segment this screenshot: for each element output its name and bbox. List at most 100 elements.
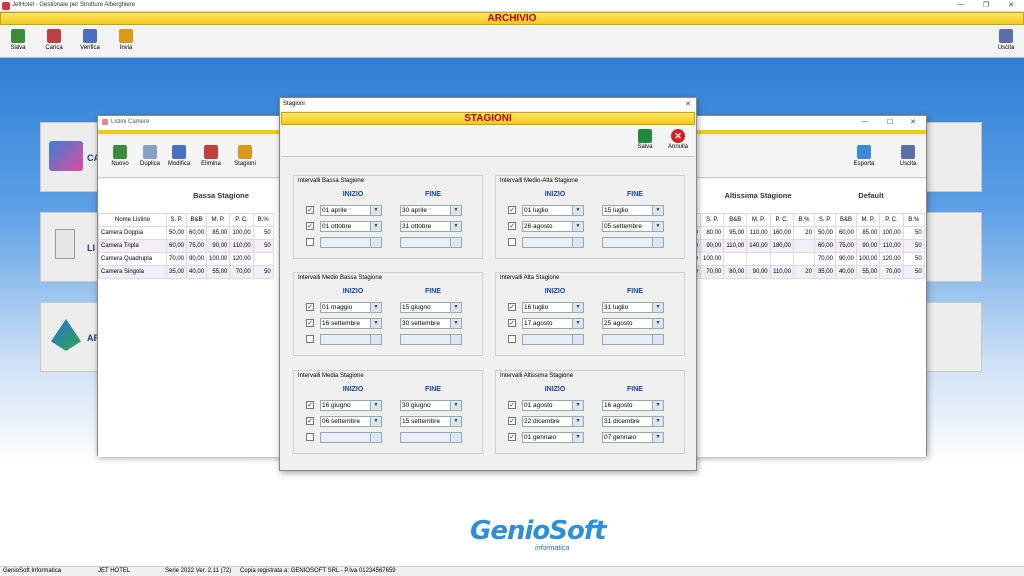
interval-start-select[interactable] — [522, 334, 584, 345]
interval-start-select[interactable] — [522, 237, 584, 248]
chevron-down-icon[interactable]: ▼ — [450, 303, 461, 312]
interval-end-select[interactable]: 15 giugno ▼ — [400, 302, 462, 313]
interval-start-select[interactable]: 01 ottobre ▼ — [320, 221, 382, 232]
interval-start-select[interactable]: 01 gennaio ▼ — [522, 432, 584, 443]
chevron-down-icon[interactable]: ▼ — [450, 319, 461, 328]
interval-checkbox[interactable]: ✓ — [306, 222, 314, 230]
table-row[interactable]: 3090,00110,00140,00180,0060,0075,0090,00… — [688, 239, 925, 253]
interval-end-select[interactable]: 15 luglio ▼ — [602, 205, 664, 216]
chevron-down-icon[interactable]: ▼ — [652, 433, 663, 442]
interval-checkbox[interactable] — [508, 238, 516, 246]
chevron-down-icon[interactable] — [572, 238, 583, 247]
close-icon[interactable]: ✕ — [681, 100, 695, 108]
interval-checkbox[interactable]: ✓ — [306, 401, 314, 409]
table-row[interactable]: Camera Doppia 50,00 60,00 85,00 100,00 50 — [98, 226, 274, 240]
cancel-button[interactable]: ✕ Annulla — [666, 129, 690, 150]
chevron-down-icon[interactable]: ▼ — [450, 222, 461, 231]
interval-checkbox[interactable] — [508, 335, 516, 343]
interval-start-select[interactable]: 01 agosto ▼ — [522, 400, 584, 411]
interval-start-select[interactable]: 16 luglio ▼ — [522, 302, 584, 313]
interval-end-select[interactable] — [602, 237, 664, 248]
listini-button-modifica[interactable]: Modifica — [165, 144, 193, 172]
chevron-down-icon[interactable] — [450, 238, 461, 247]
listini-button-elimina[interactable]: Elimina — [197, 144, 225, 172]
interval-checkbox[interactable] — [306, 335, 314, 343]
interval-start-select[interactable] — [320, 237, 382, 248]
interval-start-select[interactable] — [320, 432, 382, 443]
chevron-down-icon[interactable]: ▼ — [572, 433, 583, 442]
chevron-down-icon[interactable]: ▼ — [652, 206, 663, 215]
table-row[interactable]: 3080,0095,00110,00160,002050,0060,0085,0… — [688, 226, 925, 240]
interval-start-select[interactable]: 16 giugno ▼ — [320, 400, 382, 411]
interval-end-select[interactable]: 25 agosto ▼ — [602, 318, 664, 329]
chevron-down-icon[interactable] — [652, 335, 663, 344]
minimize-icon[interactable]: — — [954, 1, 968, 8]
interval-checkbox[interactable]: ✓ — [306, 206, 314, 214]
interval-start-select[interactable]: 17 agosto ▼ — [522, 318, 584, 329]
interval-end-select[interactable] — [400, 237, 462, 248]
interval-checkbox[interactable] — [306, 433, 314, 441]
maximize-icon[interactable]: ☐ — [883, 118, 897, 126]
interval-checkbox[interactable]: ✓ — [508, 417, 516, 425]
chevron-down-icon[interactable]: ▼ — [370, 206, 381, 215]
interval-end-select[interactable] — [400, 432, 462, 443]
interval-start-select[interactable]: 01 maggio ▼ — [320, 302, 382, 313]
interval-checkbox[interactable]: ✓ — [306, 319, 314, 327]
table-row[interactable]: Camera Tripla 60,00 75,00 90,00 110,00 50 — [98, 239, 274, 253]
interval-start-select[interactable]: 16 settembre ▼ — [320, 318, 382, 329]
interval-end-select[interactable]: 16 agosto ▼ — [602, 400, 664, 411]
toolbar-button-verifica[interactable]: Verifica — [76, 28, 104, 56]
chevron-down-icon[interactable] — [652, 238, 663, 247]
interval-end-select[interactable]: 30 aprile ▼ — [400, 205, 462, 216]
chevron-down-icon[interactable]: ▼ — [652, 417, 663, 426]
chevron-down-icon[interactable]: ▼ — [572, 401, 583, 410]
chevron-down-icon[interactable]: ▼ — [572, 319, 583, 328]
interval-end-select[interactable]: 07 gennaio ▼ — [602, 432, 664, 443]
table-row[interactable]: 30100,0070,0090,00100,00120,0050 — [688, 252, 925, 266]
listini-button-uscita[interactable]: Uscita — [894, 144, 922, 172]
toolbar-button-salva[interactable]: Salva — [4, 28, 32, 56]
listini-button-nuovo[interactable]: Nuovo — [106, 144, 134, 172]
interval-end-select[interactable]: 31 dicembre ▼ — [602, 416, 664, 427]
minimize-icon[interactable]: — — [858, 118, 872, 125]
interval-end-select[interactable]: 31 luglio ▼ — [602, 302, 664, 313]
toolbar-button-invia[interactable]: Invia — [112, 28, 140, 56]
restore-icon[interactable]: ❐ — [979, 1, 993, 9]
chevron-down-icon[interactable]: ▼ — [450, 401, 461, 410]
interval-checkbox[interactable]: ✓ — [508, 401, 516, 409]
interval-start-select[interactable]: 06 settembre ▼ — [320, 416, 382, 427]
chevron-down-icon[interactable]: ▼ — [370, 222, 381, 231]
interval-end-select[interactable] — [400, 334, 462, 345]
chevron-down-icon[interactable]: ▼ — [450, 206, 461, 215]
chevron-down-icon[interactable]: ▼ — [572, 206, 583, 215]
chevron-down-icon[interactable]: ▼ — [652, 222, 663, 231]
interval-start-select[interactable]: 01 aprile ▼ — [320, 205, 382, 216]
chevron-down-icon[interactable]: ▼ — [652, 401, 663, 410]
interval-checkbox[interactable]: ✓ — [306, 303, 314, 311]
close-icon[interactable]: ✕ — [906, 118, 920, 126]
chevron-down-icon[interactable] — [450, 433, 461, 442]
exit-button[interactable]: Uscita — [992, 28, 1020, 56]
chevron-down-icon[interactable] — [450, 335, 461, 344]
interval-start-select[interactable] — [320, 334, 382, 345]
chevron-down-icon[interactable] — [370, 335, 381, 344]
interval-checkbox[interactable]: ✓ — [508, 206, 516, 214]
interval-end-select[interactable] — [602, 334, 664, 345]
interval-end-select[interactable]: 30 giugno ▼ — [400, 400, 462, 411]
close-icon[interactable]: ✕ — [1004, 1, 1018, 9]
chevron-down-icon[interactable]: ▼ — [370, 319, 381, 328]
interval-start-select[interactable]: 01 luglio ▼ — [522, 205, 584, 216]
chevron-down-icon[interactable]: ▼ — [652, 319, 663, 328]
chevron-down-icon[interactable]: ▼ — [572, 417, 583, 426]
chevron-down-icon[interactable]: ▼ — [370, 303, 381, 312]
table-row[interactable]: Camera Singola 35,00 40,00 55,00 70,00 50 — [98, 265, 274, 279]
interval-checkbox[interactable] — [306, 238, 314, 246]
interval-end-select[interactable]: 15 settembre ▼ — [400, 416, 462, 427]
chevron-down-icon[interactable]: ▼ — [572, 303, 583, 312]
interval-start-select[interactable]: 26 agosto ▼ — [522, 221, 584, 232]
chevron-down-icon[interactable]: ▼ — [450, 417, 461, 426]
chevron-down-icon[interactable]: ▼ — [370, 417, 381, 426]
listini-button-stagioni[interactable]: Stagioni — [231, 144, 259, 172]
interval-end-select[interactable]: 05 settembre ▼ — [602, 221, 664, 232]
toolbar-button-carica[interactable]: Carica — [40, 28, 68, 56]
